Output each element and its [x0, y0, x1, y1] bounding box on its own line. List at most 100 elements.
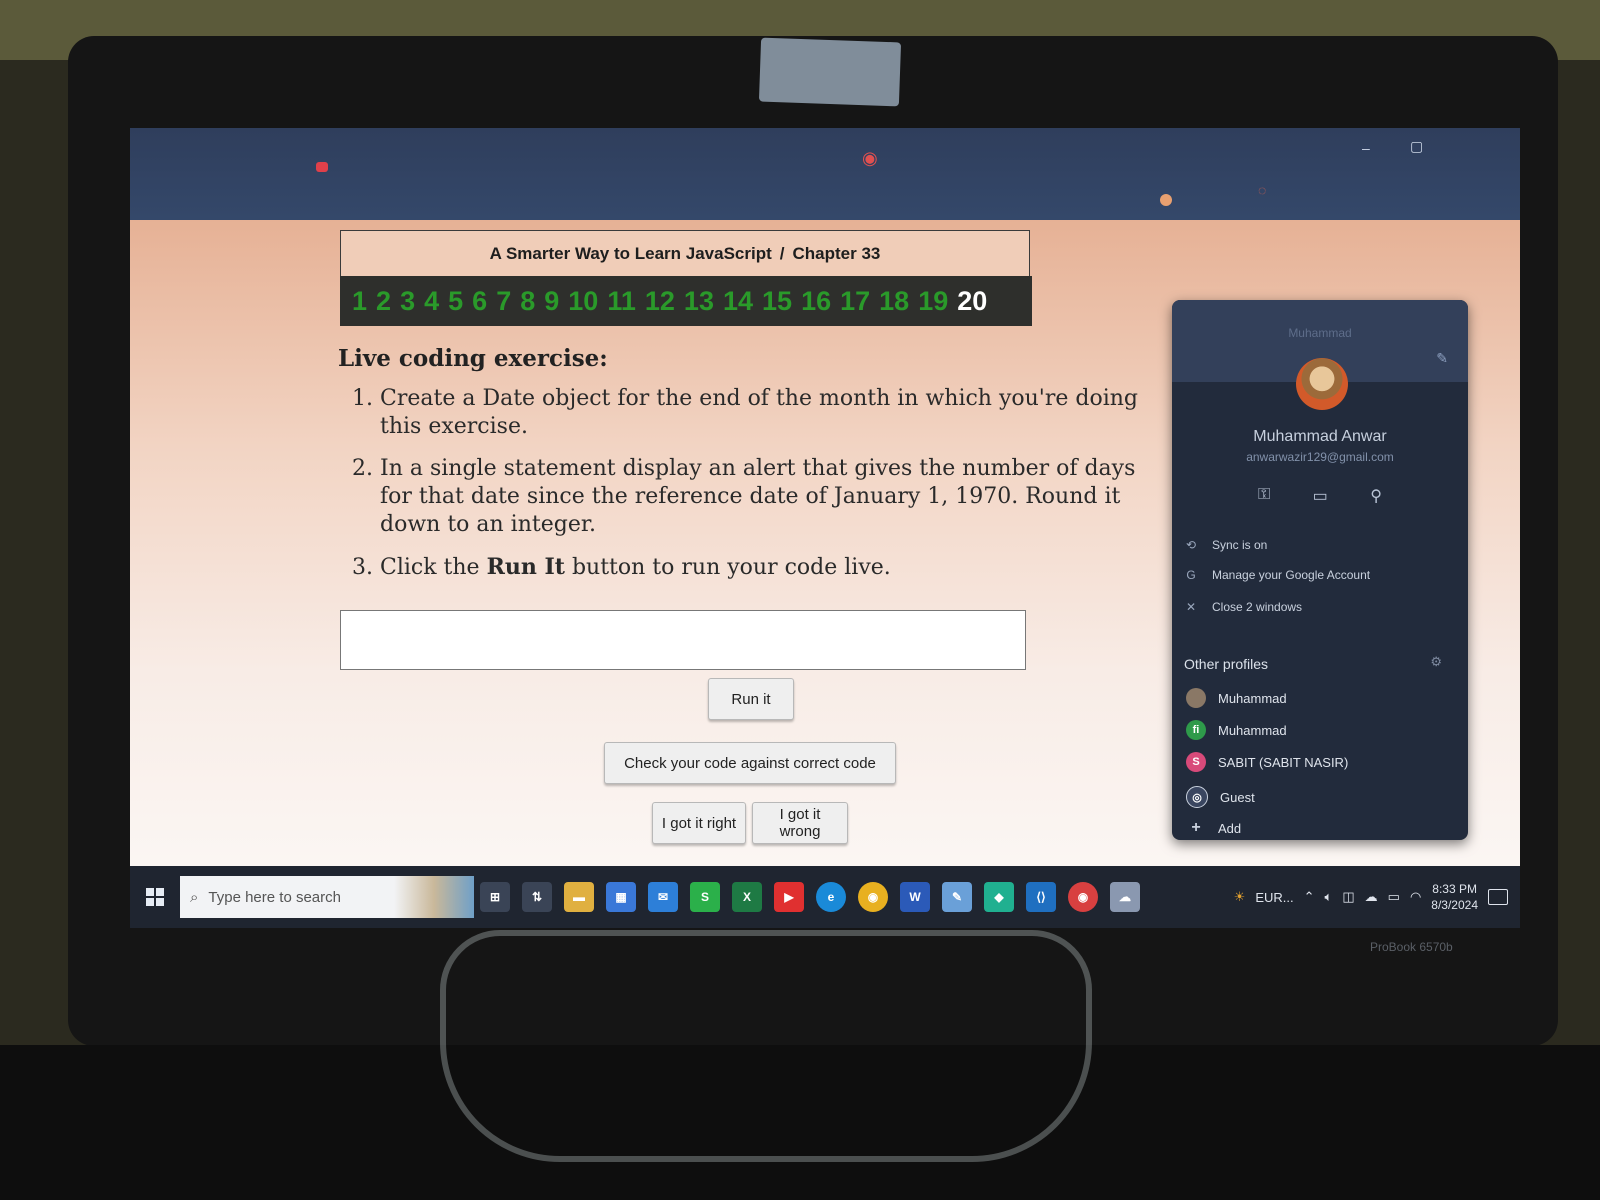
- onedrive-icon[interactable]: ☁: [1365, 889, 1378, 905]
- clock[interactable]: 8:33 PM 8/3/2024: [1431, 881, 1478, 913]
- code-input[interactable]: [341, 611, 1029, 673]
- chapter-link[interactable]: 9: [544, 286, 559, 317]
- edge-icon[interactable]: e: [816, 882, 846, 912]
- check-code-button[interactable]: Check your code against correct code: [604, 742, 896, 784]
- mail-icon[interactable]: ✉: [648, 882, 678, 912]
- card-icon[interactable]: ▭: [1313, 486, 1328, 506]
- chapter-link[interactable]: 13: [684, 286, 714, 317]
- manage-account-label: Manage your Google Account: [1212, 568, 1371, 582]
- gear-icon[interactable]: ⚙: [1430, 654, 1442, 670]
- extension-icon[interactable]: [1160, 194, 1172, 206]
- volume-icon[interactable]: 🔈︎: [1325, 889, 1333, 905]
- task-view-icon[interactable]: ⊞: [480, 882, 510, 912]
- profile-button-icon[interactable]: ◌: [1258, 182, 1266, 198]
- system-tray: ☀ EUR... ⌃ 🔈︎ ◫ ☁ ▭ ◠ 8:33 PM 8/3/2024: [1234, 881, 1520, 913]
- app-gray-icon[interactable]: ☁: [1110, 882, 1140, 912]
- step-emphasis: Run It: [486, 554, 565, 580]
- store-icon[interactable]: ▦: [606, 882, 636, 912]
- taskbar-search[interactable]: ⌕ Type here to search: [180, 876, 474, 918]
- chapter-nav: 1 2 3 4 5 6 7 8 9 10 11 12 13 14 15 16 1…: [340, 276, 1032, 326]
- notification-icon[interactable]: [1488, 889, 1508, 905]
- key-icon[interactable]: ⚿: [1258, 486, 1270, 506]
- search-icon: ⌕: [190, 888, 199, 906]
- grammarly-icon[interactable]: ◉: [862, 148, 878, 169]
- app-teal-icon[interactable]: ◆: [984, 882, 1014, 912]
- sync-status[interactable]: ⟲ Sync is on: [1184, 538, 1267, 552]
- battery-icon[interactable]: ▭: [1388, 889, 1400, 905]
- edit-icon[interactable]: ✎: [1436, 350, 1448, 367]
- chapter-link[interactable]: 1: [352, 286, 367, 317]
- avatar: fi: [1186, 720, 1206, 740]
- chapter-link[interactable]: 15: [762, 286, 792, 317]
- chapter-link[interactable]: 12: [645, 286, 675, 317]
- run-it-button[interactable]: Run it: [708, 678, 794, 720]
- chapter-link[interactable]: 7: [496, 286, 511, 317]
- chapter-link[interactable]: 2: [376, 286, 391, 317]
- chapter-link-current[interactable]: 20: [957, 286, 987, 317]
- chapter-link[interactable]: 3: [400, 286, 415, 317]
- close-icon: ✕: [1185, 600, 1197, 614]
- weather-text[interactable]: EUR...: [1255, 890, 1293, 905]
- chapter-link[interactable]: 14: [723, 286, 753, 317]
- minimize-icon[interactable]: –: [1362, 140, 1370, 156]
- avatar: [1296, 358, 1348, 410]
- youtube-icon[interactable]: ▶: [774, 882, 804, 912]
- word-icon[interactable]: W: [900, 882, 930, 912]
- chapter-link[interactable]: 10: [568, 286, 598, 317]
- chrome-profile-icon[interactable]: ◉: [1068, 882, 1098, 912]
- file-explorer-icon[interactable]: ▬: [564, 882, 594, 912]
- chapter-link[interactable]: 16: [801, 286, 831, 317]
- exercise-title: Live coding exercise:: [338, 345, 608, 372]
- add-profile-item[interactable]: + Add: [1186, 818, 1241, 838]
- eyeglasses: [440, 930, 1092, 1162]
- clock-date: 8/3/2024: [1431, 898, 1478, 912]
- close-windows-label: Close 2 windows: [1212, 600, 1303, 614]
- location-icon[interactable]: ⚲: [1370, 486, 1382, 506]
- chapter-link[interactable]: 19: [918, 286, 948, 317]
- chrome-icon[interactable]: ◉: [858, 882, 888, 912]
- manage-account-item[interactable]: G Manage your Google Account: [1184, 568, 1370, 582]
- breadcrumb-separator: /: [779, 244, 785, 263]
- chevron-up-icon[interactable]: ⌃: [1304, 889, 1315, 905]
- app-icon[interactable]: ⇅: [522, 882, 552, 912]
- step-item: Click the Run It button to run your code…: [380, 553, 1160, 582]
- avatar: [1186, 688, 1206, 708]
- close-windows-item[interactable]: ✕ Close 2 windows: [1184, 600, 1302, 614]
- profile-item[interactable]: S SABIT (SABIT NASIR): [1186, 752, 1348, 772]
- notes-icon[interactable]: ✎: [942, 882, 972, 912]
- got-it-right-button[interactable]: I got it right: [652, 802, 746, 844]
- chapter-link[interactable]: 17: [840, 286, 870, 317]
- excel-icon[interactable]: X: [732, 882, 762, 912]
- book-title[interactable]: A Smarter Way to Learn JavaScript: [490, 244, 772, 264]
- start-button[interactable]: [130, 866, 180, 928]
- weather-icon[interactable]: ☀: [1234, 889, 1246, 905]
- app-green-icon[interactable]: S: [690, 882, 720, 912]
- profile-item-label: Muhammad: [1218, 690, 1287, 706]
- meet-icon[interactable]: ◫: [1342, 889, 1354, 905]
- profile-item-label: Muhammad: [1218, 722, 1287, 738]
- model-label: ProBook 6570b: [1370, 940, 1453, 954]
- restore-icon[interactable]: ▢: [1410, 138, 1423, 155]
- profile-item-label: Add: [1218, 820, 1242, 836]
- profile-item[interactable]: fi Muhammad: [1186, 720, 1287, 740]
- profile-item[interactable]: Muhammad: [1186, 688, 1287, 708]
- guest-profile-item[interactable]: ◎ Guest: [1186, 786, 1255, 808]
- search-placeholder: Type here to search: [208, 888, 341, 906]
- chapter-link[interactable]: 5: [448, 286, 463, 317]
- wifi-icon[interactable]: ◠: [1410, 889, 1421, 905]
- avatar: S: [1186, 752, 1206, 772]
- tab-favicon[interactable]: [316, 162, 328, 172]
- step-item: Create a Date object for the end of the …: [380, 385, 1160, 441]
- code-editor: [340, 610, 1029, 673]
- chapter-link[interactable]: 18: [879, 286, 909, 317]
- chapter-link[interactable]: 8: [520, 286, 535, 317]
- clock-time: 8:33 PM: [1432, 882, 1477, 896]
- chapter-link[interactable]: 6: [472, 286, 487, 317]
- chapter-title[interactable]: Chapter 33: [793, 244, 881, 264]
- guest-icon: ◎: [1186, 786, 1208, 808]
- got-it-wrong-button[interactable]: I got it wrong: [752, 802, 848, 844]
- step-item: In a single statement display an alert t…: [380, 455, 1160, 539]
- chapter-link[interactable]: 4: [424, 286, 439, 317]
- vscode-icon[interactable]: ⟨⟩: [1026, 882, 1056, 912]
- chapter-link[interactable]: 11: [607, 286, 636, 317]
